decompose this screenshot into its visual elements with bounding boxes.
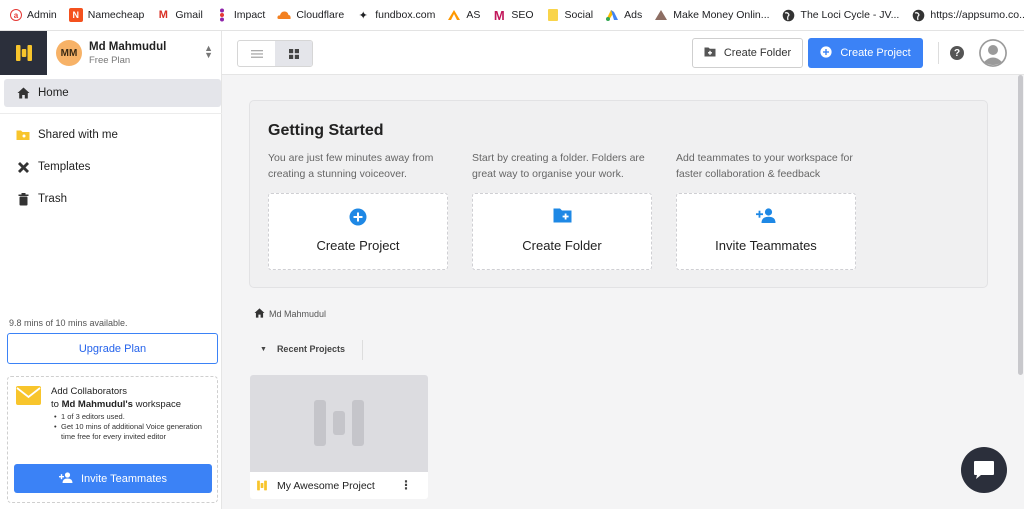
- getting-started-description: Start by creating a folder. Folders are …: [472, 152, 645, 180]
- folder-add-icon: [704, 47, 716, 60]
- more-options-icon[interactable]: ⋮: [400, 478, 412, 492]
- bookmark-impact[interactable]: Impact: [215, 8, 265, 22]
- create-project-button[interactable]: Create Project: [808, 38, 923, 68]
- invite-teammates-card[interactable]: Invite Teammates: [676, 193, 856, 270]
- make-money-icon: [654, 8, 668, 22]
- scrollbar[interactable]: [1018, 75, 1023, 375]
- folder-icon: [546, 8, 560, 22]
- bookmark-make-money[interactable]: Make Money Onlin...: [654, 8, 770, 22]
- list-view-icon: [250, 49, 263, 58]
- impact-icon: [215, 8, 229, 22]
- account-switcher[interactable]: MM Md Mahmudul Free Plan ▲ ▼: [47, 31, 222, 75]
- globe-icon: [911, 8, 925, 22]
- admin-icon: a: [10, 9, 22, 21]
- fundbox-icon: ✦: [358, 9, 368, 22]
- as-icon: [447, 8, 461, 22]
- invite-teammates-button[interactable]: Invite Teammates: [14, 464, 212, 493]
- project-logo-icon: [257, 480, 267, 491]
- breadcrumb: Md Mahmudul: [254, 308, 326, 320]
- bookmark-seo[interactable]: M SEO: [492, 7, 534, 23]
- bookmark-cloudflare[interactable]: Cloudflare: [277, 8, 344, 22]
- getting-started-panel: Getting Started You are just few minutes…: [249, 100, 988, 288]
- namecheap-icon: N: [68, 8, 83, 22]
- list-item: Get 10 mins of additional Voice generati…: [54, 422, 214, 442]
- google-ads-icon: [605, 8, 619, 22]
- grid-view-button[interactable]: [275, 41, 312, 66]
- bookmark-loci-cycle[interactable]: The Loci Cycle - JV...: [782, 8, 899, 22]
- user-avatar-icon: [979, 39, 1007, 67]
- sidebar-item-templates[interactable]: Templates: [4, 153, 221, 181]
- project-placeholder-icon: [314, 400, 364, 446]
- plus-circle-icon: [820, 45, 832, 61]
- bookmarks-bar: a Admin N Namecheap M Gmail Impact Cloud…: [0, 0, 1024, 31]
- list-view-button[interactable]: [238, 41, 275, 66]
- bookmark-fundbox[interactable]: ✦ fundbox.com: [356, 8, 436, 22]
- envelope-icon: [16, 386, 41, 405]
- create-folder-card[interactable]: Create Folder: [472, 193, 652, 270]
- chat-bubble-icon: [974, 461, 994, 479]
- person-add-icon: [756, 208, 776, 223]
- recent-projects-toggle[interactable]: ▼ Recent Projects: [260, 344, 345, 354]
- create-project-card[interactable]: Create Project: [268, 193, 448, 270]
- home-icon: [16, 86, 30, 100]
- bookmark-admin[interactable]: a Admin: [10, 9, 57, 21]
- user-avatar[interactable]: [979, 39, 1007, 67]
- top-toolbar: Create Folder Create Project ?: [222, 31, 1024, 75]
- account-avatar: MM: [56, 40, 82, 66]
- caret-down-icon: ▼: [260, 345, 267, 353]
- bookmark-social[interactable]: Social: [546, 8, 593, 22]
- chat-widget-button[interactable]: [961, 447, 1007, 493]
- cloudflare-icon: [277, 8, 291, 22]
- gmail-icon: M: [158, 9, 168, 21]
- main-content: Create Folder Create Project ? Getting S…: [222, 31, 1024, 509]
- sidebar-item-home[interactable]: Home: [4, 79, 221, 107]
- usage-text: 9.8 mins of 10 mins available.: [9, 318, 128, 328]
- project-card[interactable]: My Awesome Project ⋮: [250, 375, 428, 499]
- globe-icon: [782, 8, 796, 22]
- bookmark-gmail[interactable]: M Gmail: [156, 8, 203, 22]
- getting-started-description: You are just few minutes away from creat…: [268, 152, 434, 180]
- collaborators-info-list: 1 of 3 editors used. Get 10 mins of addi…: [54, 412, 214, 442]
- collaborators-card: Add Collaborators to Md Mahmudul's works…: [7, 376, 218, 503]
- sidebar-item-shared[interactable]: Shared with me: [4, 121, 221, 149]
- sidebar: MM Md Mahmudul Free Plan ▲ ▼ Home Shared …: [0, 31, 222, 509]
- list-item: 1 of 3 editors used.: [54, 412, 214, 422]
- plus-circle-icon: [349, 208, 367, 226]
- bookmark-appsumo[interactable]: https://appsumo.co...: [911, 8, 1024, 22]
- folder-add-icon: [553, 208, 571, 223]
- app-logo[interactable]: [0, 31, 47, 75]
- project-name: My Awesome Project: [277, 479, 375, 492]
- bookmark-ads[interactable]: Ads: [605, 8, 642, 22]
- trash-icon: [16, 192, 30, 206]
- sidebar-item-trash[interactable]: Trash: [4, 185, 221, 213]
- breadcrumb-label[interactable]: Md Mahmudul: [269, 309, 326, 319]
- help-icon[interactable]: ?: [950, 46, 964, 60]
- account-name: Md Mahmudul: [89, 40, 167, 53]
- collaborators-title: Add Collaborators to Md Mahmudul's works…: [51, 386, 182, 410]
- templates-icon: [16, 160, 30, 174]
- getting-started-description: Add teammates to your workspace for fast…: [676, 152, 853, 180]
- bookmark-namecheap[interactable]: N Namecheap: [68, 8, 144, 22]
- upgrade-plan-button[interactable]: Upgrade Plan: [7, 333, 218, 364]
- account-plan: Free Plan: [89, 54, 131, 66]
- shared-folder-icon: [16, 128, 30, 142]
- home-icon[interactable]: [254, 308, 265, 320]
- create-folder-button[interactable]: Create Folder: [692, 38, 803, 68]
- logo-icon: [15, 45, 32, 61]
- project-thumbnail: [250, 375, 428, 472]
- person-add-icon: [58, 471, 73, 486]
- seo-icon: M: [493, 7, 505, 23]
- grid-view-icon: [288, 48, 299, 59]
- view-toggle: [237, 40, 313, 67]
- getting-started-title: Getting Started: [268, 122, 384, 139]
- chevron-up-down-icon: ▲ ▼: [204, 43, 213, 60]
- bookmark-as[interactable]: AS: [447, 8, 480, 22]
